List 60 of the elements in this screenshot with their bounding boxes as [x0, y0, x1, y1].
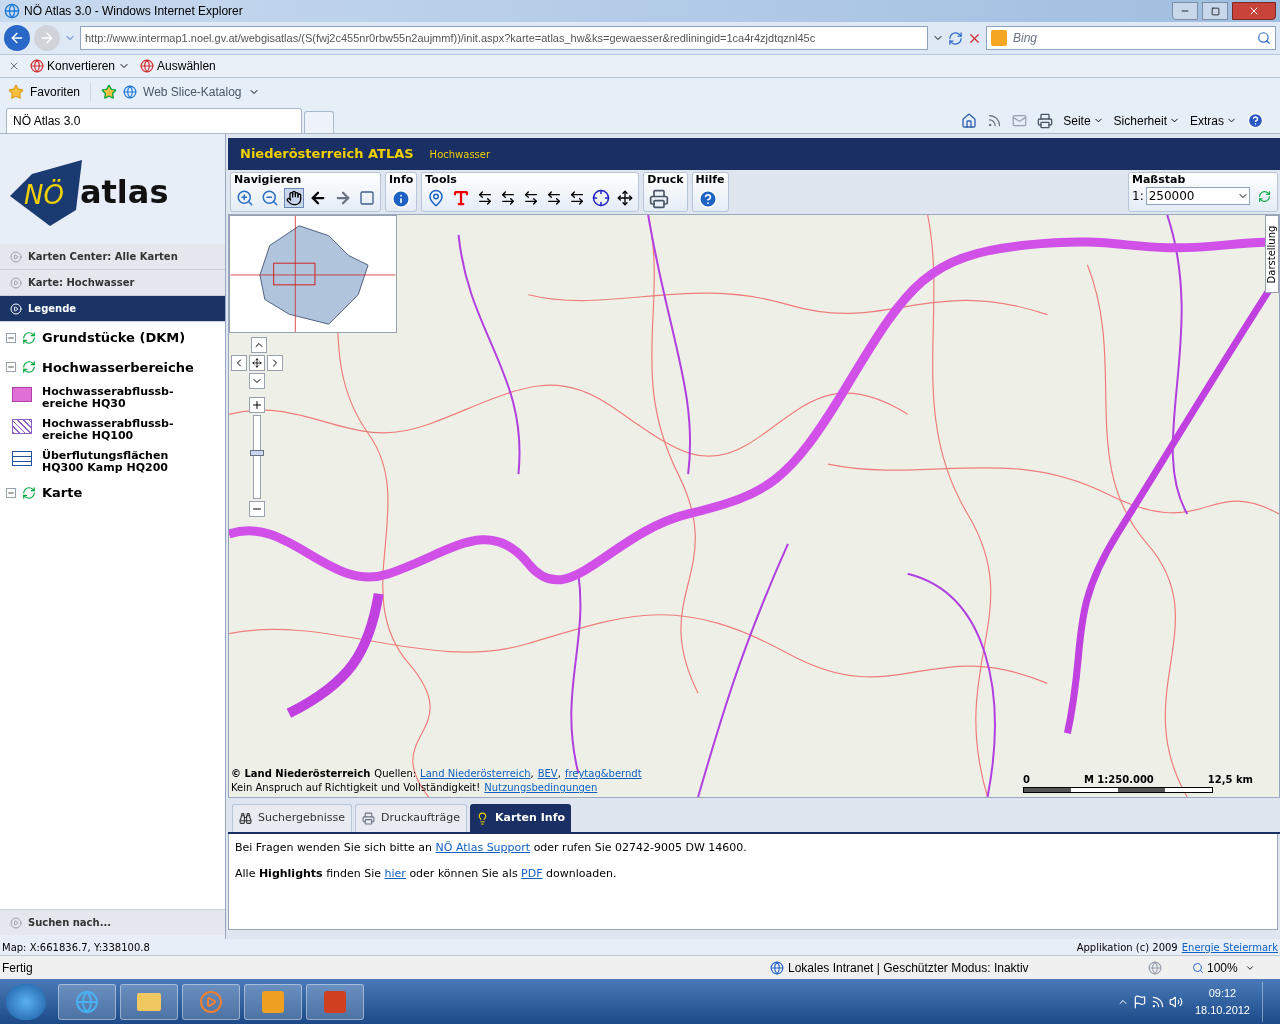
- legend-layer: Grundstücke (DKM): [42, 329, 186, 347]
- status-text: Fertig: [2, 959, 34, 977]
- panel-tab[interactable]: Druckaufträge: [355, 804, 467, 832]
- favorites-button[interactable]: Favoriten: [30, 83, 81, 101]
- panel-tab[interactable]: Karten Info: [470, 804, 571, 832]
- terms-link[interactable]: Nutzungsbedingungen: [484, 781, 598, 795]
- copyright-text: © Land Niederösterreich: [231, 767, 371, 781]
- scale-end-label: 12,5 km: [1207, 773, 1253, 787]
- source-link[interactable]: freytag&berndt: [564, 767, 642, 781]
- zone-text: Lokales Intranet | Geschützter Modus: Inaktiv: [788, 959, 1030, 977]
- scale-prefix: 1:: [1132, 188, 1144, 205]
- scale-ratio-label: M 1:250.000: [1083, 773, 1154, 787]
- toolbar-group-label: Tools: [425, 173, 458, 187]
- search-field[interactable]: Bing: [986, 26, 1276, 50]
- legend-label: Hochwasserabflussb-ereiche HQ100: [42, 418, 175, 442]
- info-link[interactable]: PDF: [521, 866, 543, 880]
- disclaimer-text: Kein Anspruch auf Richtigkeit und Vollständigkeit!: [231, 781, 481, 795]
- clock-time: 09:12: [1208, 986, 1237, 1001]
- source-link[interactable]: BEV: [537, 767, 558, 781]
- legend-label: Überflutungsflächen HQ300 Kamp HQ200: [42, 450, 170, 474]
- app-title: Niederösterreich ATLAS: [240, 145, 414, 164]
- command-menu[interactable]: Seite: [1063, 111, 1104, 130]
- app-subtitle: Hochwasser: [429, 147, 491, 162]
- info-link[interactable]: hier: [384, 866, 406, 880]
- toolbar-group-label: Hilfe: [695, 173, 725, 187]
- toolbar-group-label: Navigieren: [234, 173, 303, 187]
- scale-label: Maßstab: [1132, 173, 1187, 187]
- command-menu[interactable]: Sicherheit: [1113, 111, 1180, 130]
- toolbar-button[interactable]: Konvertieren: [47, 57, 116, 75]
- toolbar-button[interactable]: Auswählen: [157, 57, 216, 75]
- window-title: NÖ Atlas 3.0 - Windows Internet Explorer: [24, 3, 243, 20]
- zoom-level-button[interactable]: 100%: [1192, 958, 1278, 977]
- command-menu[interactable]: Extras: [1190, 111, 1237, 130]
- credit-text: Applikation (c) 2009: [1076, 940, 1178, 955]
- legend-layer: Karte: [42, 484, 83, 502]
- address-field[interactable]: http://www.intermap1.noel.gv.at/webgisatlas/(S(fwj2c455nr0rbw55n2aujmmf))/init.aspx?karte=atlas_hw&ks=gewaesser&redliningid=1ca4r4zjdtqznl45c: [80, 26, 928, 50]
- info-link[interactable]: NÖ Atlas Support: [435, 841, 531, 854]
- legend-layer: Hochwasserbereiche: [42, 358, 194, 377]
- toolbar-group-label: Druck: [647, 173, 684, 187]
- coordinates-text: Map: X:661836.7, Y:338100.8: [2, 940, 150, 955]
- sources-label: Quellen:: [374, 767, 417, 781]
- clock-date: 18.10.2012: [1194, 1002, 1250, 1018]
- accordion-header[interactable]: Suchen nach...: [0, 909, 225, 935]
- scale-select[interactable]: 250000: [1145, 187, 1250, 205]
- accordion-header[interactable]: Legende: [0, 296, 225, 322]
- separator-text: ,: [530, 767, 534, 781]
- side-tab[interactable]: Darstellung: [1265, 215, 1279, 293]
- info-text: Bei Fragen wenden Sie sich bitte an NÖ Atlas Support oder rufen Sie 02742-9005 DW 14600.: [235, 840, 748, 856]
- scale-start-label: 0: [1023, 773, 1030, 787]
- web-slice-link[interactable]: Web Slice-Katalog: [143, 83, 242, 101]
- legend-label: Hochwasserabflussb-ereiche HQ30: [42, 386, 175, 410]
- toolbar-group-label: Info: [389, 173, 414, 187]
- separator-text: ,: [557, 767, 561, 781]
- accordion-header[interactable]: Karte: Hochwasser: [0, 270, 225, 296]
- logo-text: atlas: [79, 176, 169, 208]
- browser-tab[interactable]: NÖ Atlas 3.0: [6, 108, 302, 133]
- panel-tab[interactable]: Suchergebnisse: [232, 804, 353, 832]
- accordion-header[interactable]: Karten Center: Alle Karten: [0, 244, 225, 270]
- info-text: Alle Highlights finden Sie hier oder können Sie als PDF downloaden.: [235, 865, 618, 882]
- credit-link[interactable]: Energie Steiermark: [1181, 939, 1278, 955]
